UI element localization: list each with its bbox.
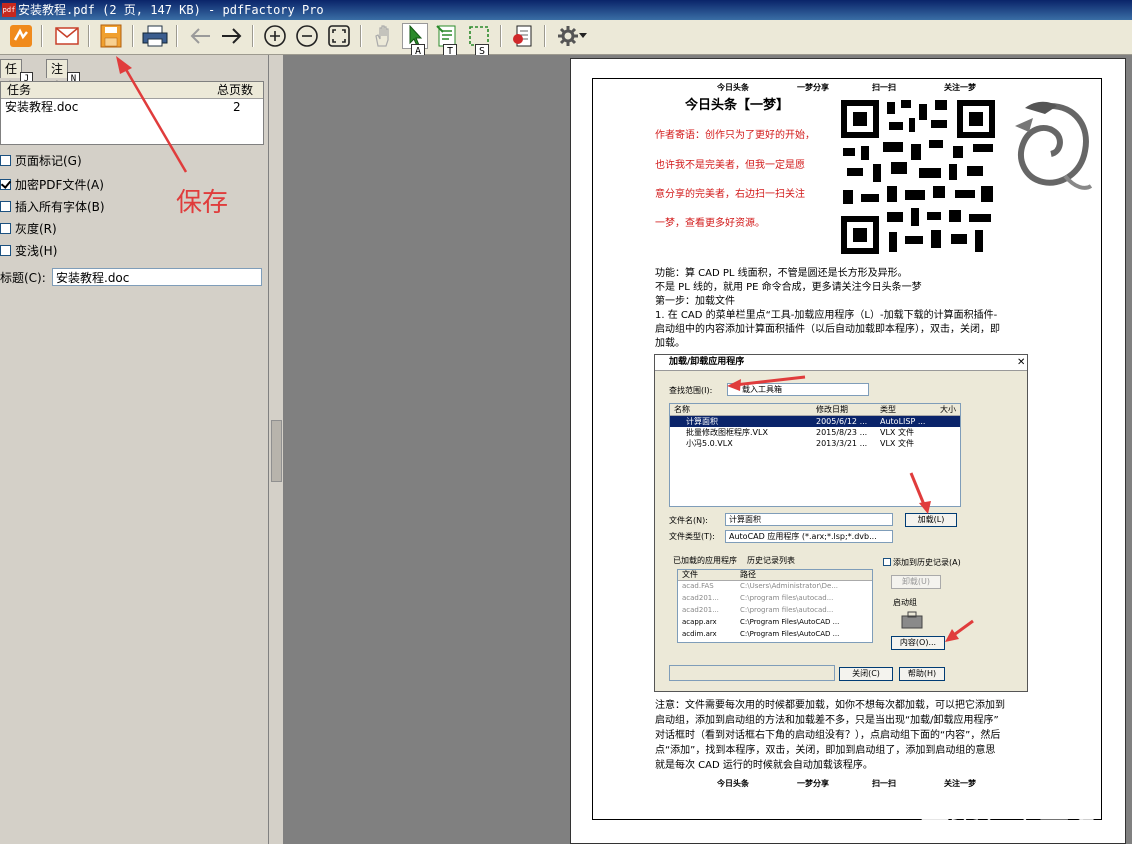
settings-menu-button[interactable] <box>554 23 590 49</box>
red-text-line: 也许我不是完美者，但我一定是愿 <box>655 160 805 171</box>
note-text-line: 启动组，添加到启动组的方法和加载差不多，只是当出现“加载/卸载应用程序” <box>655 715 999 726</box>
header-link: 关注一梦 <box>944 83 976 92</box>
fit-page-icon <box>328 25 350 47</box>
header-link: 一梦分享 <box>797 83 829 92</box>
zoom-out-icon <box>296 25 318 47</box>
checkbox-lighten[interactable] <box>0 245 11 256</box>
footer-link: 关注一梦 <box>944 779 976 788</box>
embedded-load-dialog-image: 加载/卸载应用程序 ✕ 查找范围(I): 载入工具箱 名称 修改日期 类型 大小… <box>654 354 1028 692</box>
annotation-save-text: 保存 <box>176 188 229 218</box>
fit-page-button[interactable] <box>326 23 352 49</box>
red-text-line: 意分享的完美者，右边扫一扫关注 <box>655 189 805 200</box>
note-text-line: 对话框时（看到对话框右下角的启动组没有？），点启动组下面的“内容”，然后 <box>655 730 1001 741</box>
hand-icon <box>375 25 389 47</box>
qr-code-image <box>839 98 997 256</box>
zoom-out-button[interactable] <box>294 23 320 49</box>
panel-splitter[interactable] <box>269 55 283 844</box>
export-button[interactable] <box>510 23 536 49</box>
header-link: 扫一扫 <box>872 83 896 92</box>
footer-link: 扫一扫 <box>872 779 896 788</box>
note-text-line: 注意：文件需要每次用的时候都要加载，如你不想每次都加载，可以把它添加到 <box>655 700 1005 711</box>
red-text-line: 一梦，查看更多好资源。 <box>655 218 765 229</box>
body-text-line: 不是 PL 线的，就用 PE 命令合成，更多请关注今日头条一梦 <box>655 282 922 293</box>
header-link: 今日头条 <box>717 83 749 92</box>
watermark-text: 头条号 / 一梦 <box>920 803 1100 838</box>
option-lighten[interactable]: 变浅(H) <box>0 241 57 261</box>
body-text-line: 功能：算 CAD PL 线面积，不管是圆还是长方形及异形。 <box>655 268 908 279</box>
footer-link: 一梦分享 <box>797 779 829 788</box>
document-heading: 今日头条【一梦】 <box>685 98 790 113</box>
dialog-annotation-arrows <box>727 375 974 642</box>
annotation-arrow <box>116 56 188 173</box>
body-text-line: 1. 在 CAD 的菜单栏里点“工具-加载应用程序（L）-加载下载的计算面积插件… <box>655 310 998 321</box>
gear-icon <box>558 26 578 46</box>
title-field-label: 标题(C): <box>0 271 46 285</box>
hand-tool-button[interactable] <box>370 23 396 49</box>
body-text-line: 启动组中的内容添加计算面积插件（以后自动加载即本程序），双击，关闭，即 <box>655 324 1000 335</box>
body-text-line: 第一步：加载文件 <box>655 296 735 307</box>
option-label: 变浅(H) <box>15 244 58 258</box>
note-text-line: 点“添加”，找到本程序，双击，关闭，即加到启动组了，添加到启动组的意思 <box>655 745 996 756</box>
note-text-line: 就是每次 CAD 运行的时候就会自动加载该程序。 <box>655 760 873 771</box>
footer-link: 今日头条 <box>717 779 749 788</box>
chevron-down-icon <box>579 33 587 38</box>
document-export-icon <box>513 25 532 47</box>
body-text-line: 加载。 <box>655 338 685 349</box>
dragon-logo-image <box>1015 101 1093 190</box>
title-input[interactable]: 安装教程.doc <box>52 268 262 286</box>
red-text-line: 作者寄语：创作只为了更好的开始， <box>655 130 815 141</box>
splitter-grip[interactable] <box>271 420 282 482</box>
